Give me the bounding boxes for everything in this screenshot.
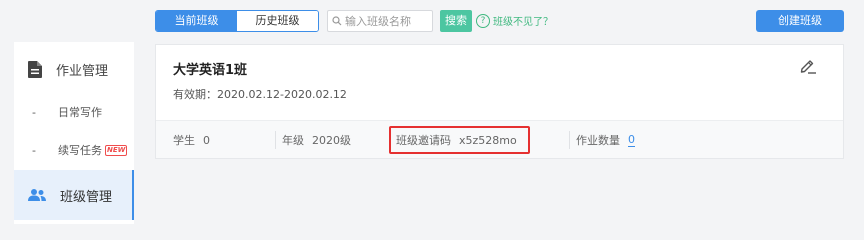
sidebar: 作业管理 - 日常写作 - 续写任务 NEW 班级管理 xyxy=(14,42,134,224)
edit-icon[interactable] xyxy=(799,57,817,75)
help-link[interactable]: ? 班级不见了？ xyxy=(476,13,553,28)
stat-label: 班级邀请码 xyxy=(396,134,451,147)
sidebar-subitem-label: 续写任务 xyxy=(58,144,102,157)
sidebar-item-homework[interactable]: 作业管理 xyxy=(14,44,134,94)
stat-homework-count: 作业数量 0 xyxy=(576,121,635,159)
divider xyxy=(275,131,276,149)
tab-history-classes[interactable]: 历史班级 xyxy=(237,11,318,31)
class-stats-bar: 学生 0 年级 2020级 班级邀请码 x5z528mo 作业数量 0 xyxy=(156,120,843,158)
sidebar-item-class-management[interactable]: 班级管理 xyxy=(14,170,134,220)
document-icon xyxy=(28,60,42,78)
people-icon xyxy=(28,189,46,201)
stat-invite-code: 班级邀请码 x5z528mo xyxy=(396,121,517,159)
divider xyxy=(569,131,570,149)
stat-grade: 年级 2020级 xyxy=(282,121,351,159)
search-input[interactable] xyxy=(345,14,429,28)
class-tabs: 当前班级 历史班级 xyxy=(155,10,319,32)
create-class-button[interactable]: 创建班级 xyxy=(756,10,844,32)
stat-label: 作业数量 xyxy=(576,134,620,147)
sidebar-item-daily-writing[interactable]: - 日常写作 xyxy=(14,99,134,125)
new-badge: NEW xyxy=(105,144,128,156)
search-button[interactable]: 搜索 xyxy=(440,10,472,32)
class-card: 大学英语1班 有效期：2020.02.12-2020.02.12 学生 0 年级… xyxy=(155,44,844,159)
sidebar-item-continuation-task[interactable]: - 续写任务 NEW xyxy=(14,137,134,163)
stat-label: 学生 xyxy=(173,134,195,147)
sidebar-subitem-label: 日常写作 xyxy=(58,106,102,119)
stat-value: 0 xyxy=(203,133,210,147)
stat-value: 2020级 xyxy=(312,134,351,147)
search-icon xyxy=(332,16,342,26)
help-text: 班级不见了？ xyxy=(493,17,553,28)
validity-period: 有效期：2020.02.12-2020.02.12 xyxy=(173,88,347,101)
bullet-dash: - xyxy=(32,105,36,119)
stat-students: 学生 0 xyxy=(173,121,210,159)
homework-count-link[interactable]: 0 xyxy=(628,133,635,147)
search-box xyxy=(327,10,433,32)
class-name[interactable]: 大学英语1班 xyxy=(173,59,247,78)
tab-current-classes[interactable]: 当前班级 xyxy=(156,11,237,31)
sidebar-item-label: 作业管理 xyxy=(56,63,109,79)
invite-code-value[interactable]: x5z528mo xyxy=(459,134,517,147)
stat-label: 年级 xyxy=(282,134,304,147)
question-icon: ? xyxy=(476,13,490,28)
sidebar-item-label: 班级管理 xyxy=(60,189,113,205)
bullet-dash: - xyxy=(32,143,36,157)
